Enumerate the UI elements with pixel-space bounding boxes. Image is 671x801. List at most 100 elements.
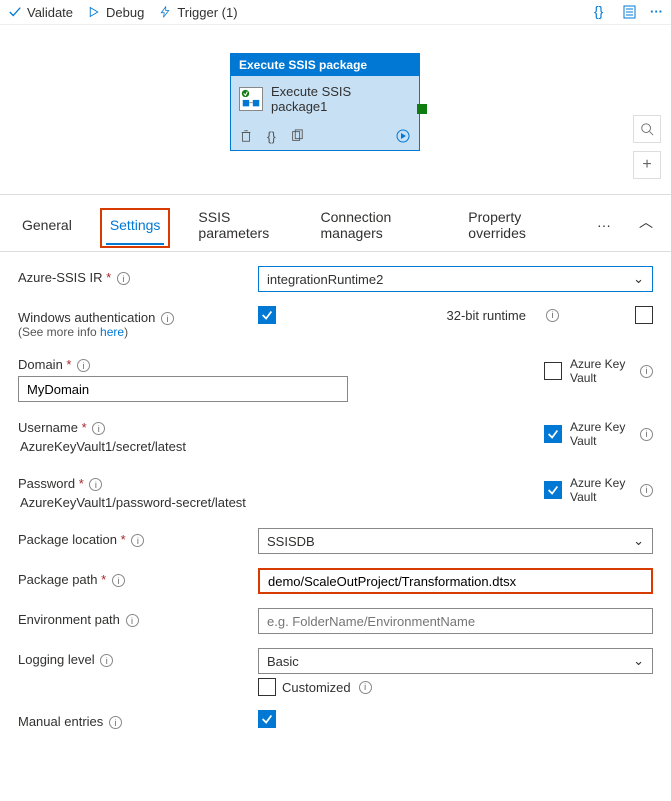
domain-akv-checkbox[interactable] — [544, 362, 562, 380]
activity-node-body: Execute SSIS package1 — [231, 76, 419, 122]
username-akv-label: Azure Key Vault — [570, 420, 630, 448]
canvas-side-buttons: + — [633, 115, 661, 179]
username-value: AzureKeyVault1/secret/latest — [18, 435, 544, 458]
validate-label: Validate — [27, 5, 73, 20]
chevron-down-icon: ⌄ — [633, 533, 644, 549]
tab-property-overrides[interactable]: Property overrides — [464, 203, 569, 251]
info-icon[interactable]: i — [112, 574, 125, 587]
info-icon[interactable]: i — [640, 365, 653, 378]
environment-path-label: Environment path — [18, 612, 120, 627]
domain-input[interactable] — [18, 376, 348, 402]
run-icon[interactable] — [395, 128, 411, 144]
info-icon[interactable]: i — [100, 654, 113, 667]
runtime32-checkbox[interactable] — [635, 306, 653, 324]
package-location-value: SSISDB — [267, 534, 315, 549]
properties-icon[interactable] — [622, 4, 638, 20]
pipeline-toolbar: Validate Debug Trigger (1) {} ··· — [0, 0, 671, 25]
win-auth-link[interactable]: here — [100, 325, 124, 339]
customized-checkbox[interactable] — [258, 678, 276, 696]
properties-tabs: General Settings SSIS parameters Connect… — [0, 195, 671, 252]
info-icon[interactable]: i — [359, 681, 372, 694]
manual-entries-label: Manual entries — [18, 714, 103, 729]
pipeline-canvas[interactable]: Execute SSIS package Execute SSIS packag… — [0, 25, 671, 195]
row-manual-entries: Manual entries i — [18, 710, 653, 729]
package-location-select[interactable]: SSISDB ⌄ — [258, 528, 653, 554]
info-icon[interactable]: i — [640, 484, 653, 497]
row-username: Username * i AzureKeyVault1/secret/lates… — [18, 416, 653, 458]
tab-connection-managers[interactable]: Connection managers — [317, 203, 441, 251]
collapse-panel[interactable]: ︿ — [639, 212, 653, 242]
password-akv-label: Azure Key Vault — [570, 476, 630, 504]
row-azure-ssis-ir: Azure-SSIS IR * i integrationRuntime2 ⌄ — [18, 266, 653, 292]
tab-more[interactable]: ··· — [593, 211, 615, 243]
customized-label: Customized — [282, 680, 351, 695]
azure-ssis-ir-select[interactable]: integrationRuntime2 ⌄ — [258, 266, 653, 292]
logging-level-label: Logging level — [18, 652, 95, 667]
logging-level-value: Basic — [267, 654, 299, 669]
azure-ssis-ir-value: integrationRuntime2 — [267, 272, 383, 287]
info-icon[interactable]: i — [92, 422, 105, 435]
activity-node-title: Execute SSIS package1 — [271, 84, 411, 114]
password-value: AzureKeyVault1/password-secret/latest — [18, 491, 544, 514]
info-icon[interactable]: i — [89, 478, 102, 491]
chevron-down-icon: ⌄ — [633, 271, 644, 287]
row-logging-level: Logging level i Basic ⌄ Customized i — [18, 648, 653, 696]
debug-label: Debug — [106, 5, 144, 20]
success-connector[interactable] — [417, 104, 427, 114]
ssis-icon — [239, 87, 263, 111]
username-label: Username — [18, 420, 78, 435]
info-icon[interactable]: i — [131, 534, 144, 547]
domain-label: Domain — [18, 357, 63, 372]
win-auth-checkbox[interactable] — [258, 306, 276, 324]
braces-icon[interactable]: {} — [594, 4, 610, 20]
row-win-auth: Windows authentication i (See more info … — [18, 306, 653, 339]
tab-ssis-parameters[interactable]: SSIS parameters — [194, 203, 292, 251]
activity-node[interactable]: Execute SSIS package Execute SSIS packag… — [230, 53, 420, 151]
trigger-label: Trigger (1) — [177, 5, 237, 20]
row-package-path: Package path * i — [18, 568, 653, 594]
delete-icon[interactable] — [239, 129, 253, 143]
settings-panel: Azure-SSIS IR * i integrationRuntime2 ⌄ … — [0, 252, 671, 763]
chevron-down-icon: ⌄ — [633, 653, 644, 669]
row-package-location: Package location * i SSISDB ⌄ — [18, 528, 653, 554]
tab-general[interactable]: General — [18, 211, 76, 243]
row-environment-path: Environment path i — [18, 608, 653, 634]
environment-path-input[interactable] — [258, 608, 653, 634]
copy-icon[interactable] — [290, 129, 304, 143]
validate-button[interactable]: Validate — [8, 5, 73, 20]
runtime32-label: 32-bit runtime — [447, 308, 526, 323]
package-path-input[interactable] — [258, 568, 653, 594]
trigger-button[interactable]: Trigger (1) — [158, 5, 237, 20]
domain-akv-label: Azure Key Vault — [570, 357, 630, 385]
password-label: Password — [18, 476, 75, 491]
logging-level-select[interactable]: Basic ⌄ — [258, 648, 653, 674]
username-akv-checkbox[interactable] — [544, 425, 562, 443]
more-icon[interactable]: ··· — [650, 4, 663, 20]
activity-node-header: Execute SSIS package — [231, 54, 419, 76]
package-location-label: Package location — [18, 532, 117, 547]
info-icon[interactable]: i — [546, 309, 559, 322]
search-button[interactable] — [633, 115, 661, 143]
info-icon[interactable]: i — [640, 428, 653, 441]
info-icon[interactable]: i — [117, 272, 130, 285]
svg-text:{}: {} — [594, 4, 604, 19]
play-icon — [87, 5, 101, 19]
package-path-label: Package path — [18, 572, 98, 587]
check-icon — [8, 5, 22, 19]
info-icon[interactable]: i — [77, 359, 90, 372]
password-akv-checkbox[interactable] — [544, 481, 562, 499]
info-icon[interactable]: i — [109, 716, 122, 729]
row-password: Password * i AzureKeyVault1/password-sec… — [18, 472, 653, 514]
tab-settings[interactable]: Settings — [106, 211, 165, 245]
toolbar-right: {} ··· — [594, 4, 663, 20]
info-icon[interactable]: i — [161, 312, 174, 325]
bolt-icon — [158, 5, 172, 19]
manual-entries-checkbox[interactable] — [258, 710, 276, 728]
debug-button[interactable]: Debug — [87, 5, 144, 20]
add-button[interactable]: + — [633, 151, 661, 179]
info-icon[interactable]: i — [126, 614, 139, 627]
activity-node-footer: {} — [231, 122, 419, 150]
code-icon[interactable]: {} — [267, 129, 276, 144]
win-auth-note: (See more info here) — [18, 325, 258, 339]
row-domain: Domain * i Azure Key Vault i — [18, 353, 653, 402]
